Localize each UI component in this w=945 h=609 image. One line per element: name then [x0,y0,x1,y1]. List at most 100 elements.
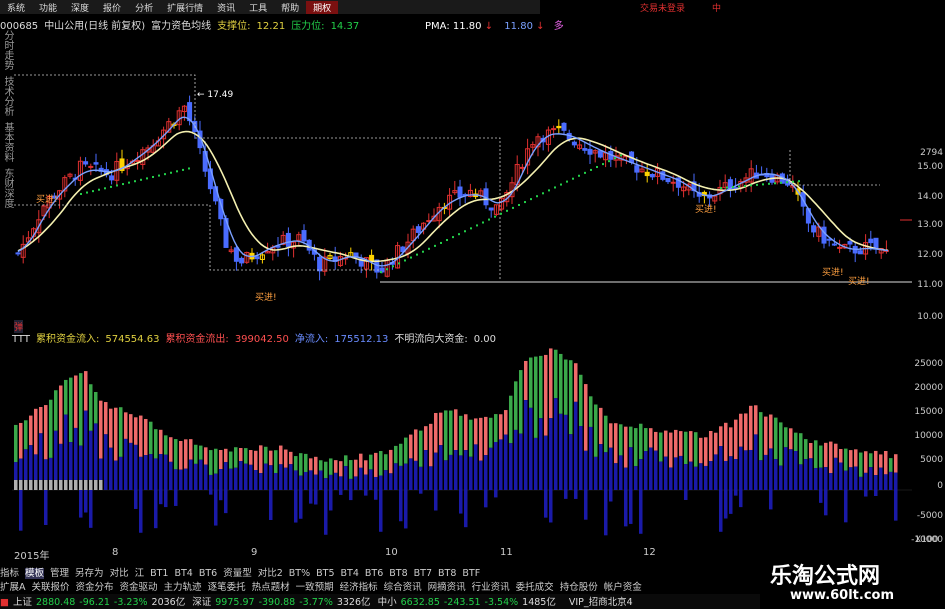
flow-bar [364,460,368,496]
menu-item-1[interactable]: 功能 [32,1,64,14]
watermark-url: www.60lt.com [790,588,895,603]
indicator-tab[interactable]: BT4 [174,568,192,579]
menu-right-area: 交易未登录 中 [540,0,945,14]
extension-tab[interactable]: 帐户资金 [604,582,642,593]
price-tick: 2794 [920,148,943,158]
extension-tab[interactable]: 主力轨迹 [164,582,202,593]
extension-tab[interactable]: 经济指标 [340,582,378,593]
menu-item-3[interactable]: 报价 [96,1,128,14]
menu-item-5[interactable]: 扩展行情 [160,1,210,14]
flow-bar [664,430,668,490]
flow-bar [629,426,633,524]
zx-pct: -3.54% [484,597,519,608]
flow-bar [274,450,278,490]
flow-bar [34,408,38,490]
indicator-tab[interactable]: BT4 [341,568,359,579]
menu-item-8[interactable]: 帮助 [274,1,306,14]
trade-login-status[interactable]: 交易未登录 [640,1,685,14]
flow-bar [699,437,703,490]
extension-tab[interactable]: 关联报价 [32,582,70,593]
sz-pct: -3.77% [299,597,333,608]
flow-bar [289,451,293,490]
candle [493,204,499,217]
indicator-tab[interactable]: BT7 [414,568,432,579]
flow-bar [589,396,593,490]
menu-item-7[interactable]: 工具 [242,1,274,14]
flow-bar [749,405,753,490]
indicator-tab[interactable]: BT5 [316,568,334,579]
candle [275,237,281,257]
fund-flow-histogram[interactable] [12,345,912,545]
buy-signal-label: 买进! [695,204,717,215]
flow-bar [679,431,683,490]
date-label: 12 [643,547,656,558]
indicator-tab[interactable]: BT% [289,568,310,579]
candle [67,172,73,179]
flow-bar [659,432,663,490]
extension-tab[interactable]: 综合资讯 [384,582,422,593]
menu-item-2[interactable]: 深度 [64,1,96,14]
flow-bar [389,449,393,490]
flow-y-axis: 25000 20000 15000 10000 5000 0 -5000 -10000 [911,345,945,545]
extension-tab[interactable]: 逐笔委托 [208,582,246,593]
indicator-tab[interactable]: BT6 [365,568,383,579]
flow-bar [549,348,553,523]
menu-item-6[interactable]: 资讯 [210,1,242,14]
indicator-tab[interactable]: 对比2 [258,568,283,579]
flow-bar [774,417,778,490]
flow-bar [344,455,348,490]
extension-tab[interactable]: 扩展A [0,582,26,593]
extension-tab[interactable]: 行业资讯 [472,582,510,593]
flow-bar [534,356,538,490]
flow-bar [859,452,863,490]
extension-tab[interactable]: 网摘资讯 [428,582,466,593]
market-status-bar: ■ 上证 2880.48 -96.21 -3.23% 2036亿 深证 9975.97 -39… [0,594,760,609]
flow-bar [194,444,198,490]
menu-item-0[interactable]: 系统 [0,1,32,14]
flow-bar [269,450,273,521]
indicator-tab[interactable]: 指标 [0,568,19,579]
indicator-tab[interactable]: BT6 [199,568,217,579]
flow-bar [134,417,138,509]
flow-bar [129,414,133,490]
extension-tab[interactable]: 资金驱动 [120,582,158,593]
sh-value: 2880.48 [36,597,76,608]
flow-bar [854,449,858,490]
flow-bar [504,410,508,490]
extension-tab[interactable]: 持仓股份 [560,582,598,593]
candle [603,144,609,168]
candle [649,173,655,181]
extension-tab[interactable]: 一致预期 [296,582,334,593]
indicator-tab[interactable]: 江 [135,568,145,579]
extension-tab[interactable]: 热点题材 [252,582,290,593]
flow-bar [169,437,173,490]
indicator-tab[interactable]: BT1 [150,568,168,579]
indicator-tab[interactable]: 另存为 [75,568,104,579]
candle [769,169,775,185]
indicator-tab[interactable]: 管理 [50,568,69,579]
menu-item-4[interactable]: 分析 [128,1,160,14]
candle [811,222,817,238]
candle [691,173,697,198]
indicator-tab[interactable]: 资量型 [223,568,252,579]
flow-bar [839,449,843,490]
flow-bar [594,404,598,490]
indicator-tab[interactable]: BT8 [438,568,456,579]
dashed-levels [14,74,880,280]
indicator-tab[interactable]: 模板 [25,568,45,579]
price-chart[interactable]: ← 17.49 买进! 买进! 买进! 买进! 买进! [0,30,912,320]
candle [457,179,463,207]
indicator-tab[interactable]: BTF [462,568,480,579]
indicator-tab[interactable]: 对比 [110,568,129,579]
extension-tab[interactable]: 委托成交 [516,582,554,593]
indicator-tab[interactable]: BT8 [389,568,407,579]
flow-bar [624,426,628,527]
flow-tick: 5000 [920,455,943,465]
flow-bar [709,430,713,490]
flow-bar [704,437,708,490]
flow-bar [779,422,783,490]
menu-right-extra[interactable]: 中 [712,1,721,14]
extension-tab[interactable]: 资金分布 [76,582,114,593]
candle [244,251,250,264]
menu-item-9[interactable]: 期权 [306,0,339,14]
